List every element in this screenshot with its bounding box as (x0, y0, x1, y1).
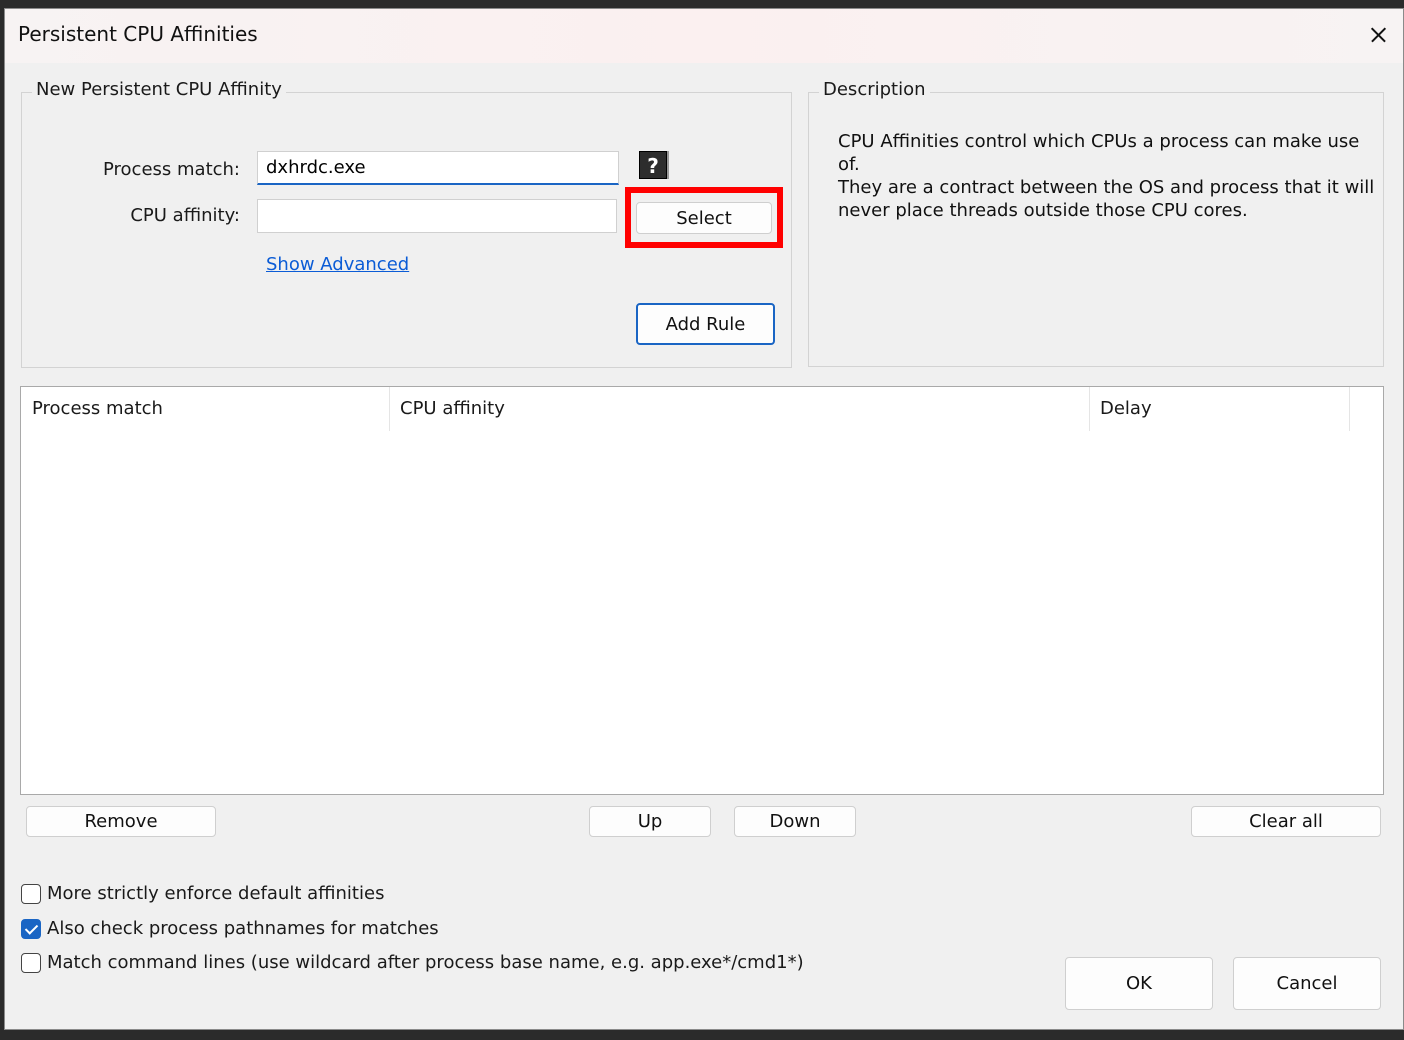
strict-enforce-label: More strictly enforce default affinities (47, 883, 385, 904)
show-advanced-link[interactable]: Show Advanced (266, 254, 409, 275)
remove-button[interactable]: Remove (26, 806, 216, 837)
column-header-delay[interactable]: Delay (1089, 387, 1349, 431)
description-line: They are a contract between the OS and p… (838, 177, 1375, 198)
strict-enforce-checkbox[interactable] (21, 883, 41, 904)
add-rule-button[interactable]: Add Rule (636, 303, 775, 345)
select-button[interactable]: Select (636, 202, 772, 234)
persistent-cpu-affinities-dialog: Persistent CPU Affinities New Persistent… (4, 8, 1404, 1030)
window-title: Persistent CPU Affinities (18, 22, 258, 46)
description-line: CPU Affinities control which CPUs a proc… (838, 131, 1360, 175)
cpu-affinity-label: CPU affinity: (130, 205, 240, 226)
check-pathnames-label: Also check process pathnames for matches (47, 918, 439, 939)
process-match-label: Process match: (103, 159, 240, 180)
option-strict-enforce[interactable]: More strictly enforce default affinities (21, 883, 384, 904)
ok-button[interactable]: OK (1065, 957, 1213, 1010)
description-group-title: Description (819, 79, 930, 100)
check-pathnames-checkbox[interactable] (21, 918, 41, 939)
process-match-input[interactable] (257, 151, 619, 185)
close-button[interactable] (1351, 9, 1403, 61)
down-button[interactable]: Down (734, 806, 856, 837)
option-match-command-lines[interactable]: Match command lines (use wildcard after … (21, 952, 804, 973)
column-header-cpu-affinity[interactable]: CPU affinity (389, 387, 1089, 431)
description-text: CPU Affinities control which CPUs a proc… (838, 130, 1378, 222)
up-button[interactable]: Up (589, 806, 711, 837)
new-affinity-group-title: New Persistent CPU Affinity (32, 79, 286, 100)
match-command-lines-label: Match command lines (use wildcard after … (47, 952, 804, 973)
cpu-affinity-input[interactable] (257, 199, 617, 233)
rules-list[interactable]: Process match CPU affinity Delay (20, 386, 1384, 795)
help-icon[interactable]: ? (639, 151, 667, 179)
option-check-pathnames[interactable]: Also check process pathnames for matches (21, 918, 439, 939)
cancel-button[interactable]: Cancel (1233, 957, 1381, 1010)
column-divider[interactable] (1349, 387, 1350, 431)
column-header-process-match[interactable]: Process match (21, 387, 389, 431)
title-bar: Persistent CPU Affinities (5, 9, 1403, 63)
match-command-lines-checkbox[interactable] (21, 952, 41, 973)
description-line: never place threads outside those CPU co… (838, 200, 1248, 221)
clear-all-button[interactable]: Clear all (1191, 806, 1381, 837)
